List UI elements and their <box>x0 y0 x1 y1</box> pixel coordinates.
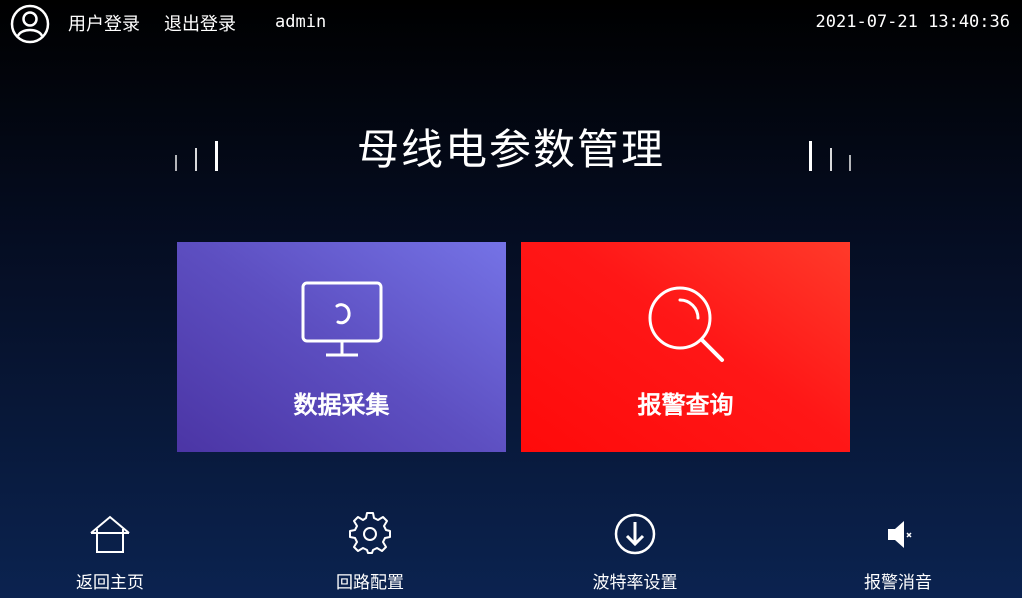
monitor-refresh-icon <box>301 281 382 357</box>
mute-speaker-icon <box>888 521 912 548</box>
nav-circuit-config-button[interactable]: 回路配置 <box>300 508 440 598</box>
tile-label-data: 数据采集 <box>293 391 390 419</box>
download-circle-icon <box>614 513 656 555</box>
nav-alarm-mute-label: 报警消音 <box>864 573 932 593</box>
tile-label-alarm: 报警查询 <box>637 391 734 419</box>
nav-home-button[interactable]: 返回主页 <box>40 508 180 598</box>
page-title: 母线电参数管理 <box>356 125 665 174</box>
top-bar: 用户登录 退出登录 admin 2021-07-21 13:40:36 <box>0 0 1022 44</box>
alarm-query-tile[interactable]: 报警查询 <box>521 242 850 452</box>
user-avatar-icon[interactable] <box>10 4 50 44</box>
gear-icon <box>349 512 391 554</box>
nav-baud-rate-button[interactable]: 波特率设置 <box>565 508 705 598</box>
data-acquisition-tile[interactable]: 数据采集 <box>177 242 506 452</box>
nav-circuit-config-label: 回路配置 <box>336 573 404 593</box>
datetime-display: 2021-07-21 13:40:36 <box>815 12 1010 32</box>
title-decoration-right <box>809 141 851 171</box>
home-icon <box>90 515 130 553</box>
nav-alarm-mute-button[interactable]: 报警消音 <box>828 508 968 598</box>
nav-home-label: 返回主页 <box>76 573 144 593</box>
logout-link[interactable]: 退出登录 <box>164 10 236 36</box>
magnifier-icon <box>648 286 724 362</box>
login-link[interactable]: 用户登录 <box>68 10 140 36</box>
nav-baud-rate-label: 波特率设置 <box>592 573 678 593</box>
username-label: admin <box>275 12 327 32</box>
